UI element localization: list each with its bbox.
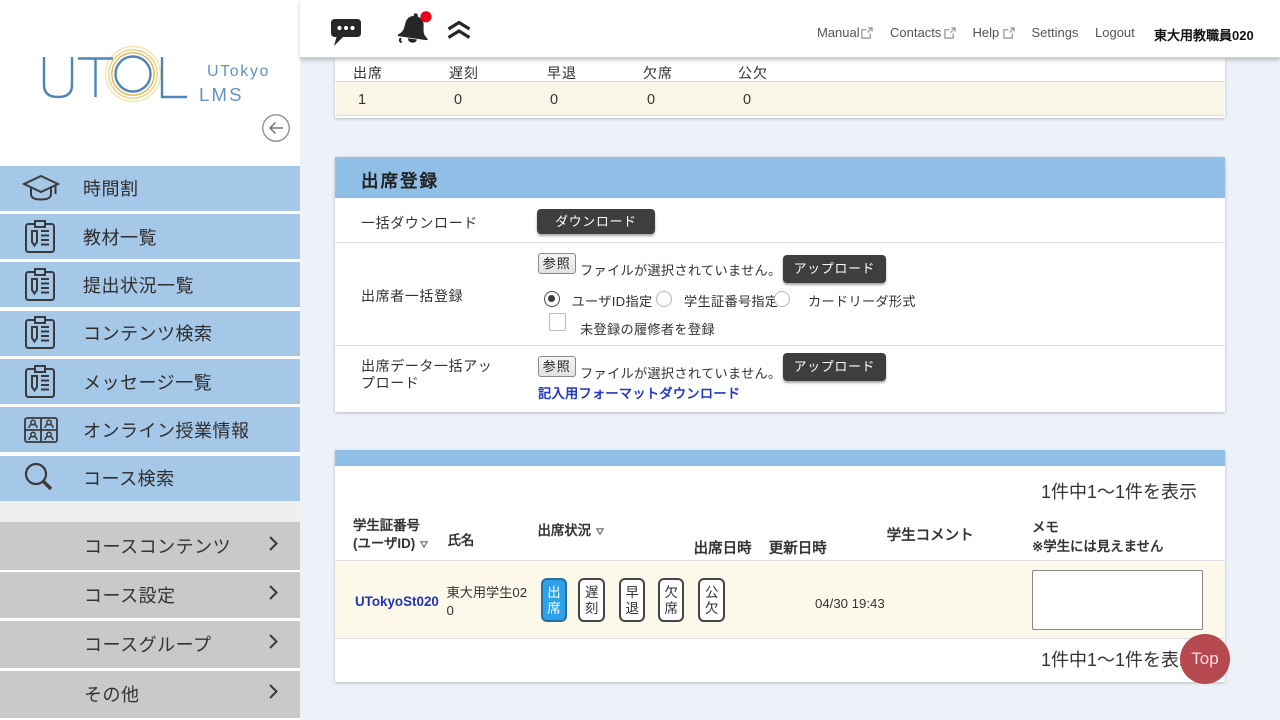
svg-text:LMS: LMS <box>199 84 244 105</box>
svg-text:UTokyo: UTokyo <box>207 63 270 80</box>
